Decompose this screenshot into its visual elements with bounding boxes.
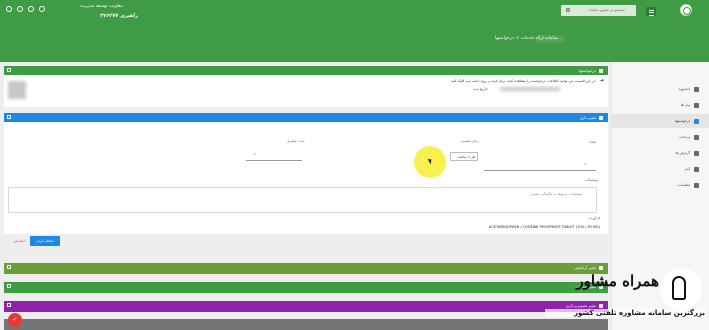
users-icon	[599, 68, 603, 73]
sidebar-item-dashboard[interactable]: داشبورد	[678, 84, 699, 94]
count-label: تعداد	[588, 140, 596, 144]
add-button[interactable]: اضافه کردن	[30, 236, 60, 246]
org-name: معاونت توسعه مدیریت	[80, 4, 123, 9]
info-date: تاریخ ثبت:	[473, 87, 488, 91]
cancel-button[interactable]: انصراف	[10, 236, 28, 246]
panel-requests-header[interactable]: درخواستها	[4, 66, 608, 75]
panel-requests-body: ➜ در این قسمت می توانید اطلاعات درخواست …	[4, 75, 608, 107]
watermark-tagline: بزرگترین سامانه مشاوره تلفنی کشور	[545, 309, 705, 317]
panel-imaging-header[interactable]: تغییر تصویربرداری	[4, 301, 608, 312]
user-icon[interactable]	[17, 6, 23, 12]
duration-stepper[interactable]: ۱	[246, 152, 302, 161]
pill-icon	[599, 115, 603, 120]
description-label: توضیحات	[584, 178, 598, 182]
users-icon	[694, 118, 699, 124]
expand-icon[interactable]	[7, 265, 11, 269]
sidebar-item-messages[interactable]: پیام ها	[681, 100, 699, 110]
redacted-image	[8, 81, 26, 99]
sidebar-item-settings[interactable]: تنظیمات	[678, 180, 699, 190]
sidebar-item-requests[interactable]: درخواستها	[675, 116, 699, 126]
sidebar-item-stats[interactable]: آمار	[684, 164, 699, 174]
notification-icon[interactable]	[28, 6, 34, 12]
logo	[680, 4, 692, 16]
header-tools	[6, 6, 45, 12]
watermark-brand: همراه مشاور	[576, 272, 659, 290]
main-content: درخواستها ➜ در این قسمت می توانید اطلاعا…	[4, 62, 608, 330]
flask-icon	[599, 265, 603, 270]
usage-label: زمان مصرف	[460, 139, 479, 143]
sidebar-item-payment[interactable]: پرداخت	[679, 132, 699, 142]
xray-icon	[599, 303, 603, 308]
expand-icon[interactable]	[7, 303, 11, 307]
expand-icon[interactable]	[7, 284, 11, 288]
basket-icon	[694, 134, 699, 140]
product-value: ACETAMINOPHEN / CODEINE PHOSPHATE TABLET…	[489, 225, 600, 229]
logout-icon[interactable]	[6, 6, 12, 12]
arrow-icon: ➜	[599, 78, 604, 84]
description-textarea[interactable]: توضیحات مربوط به چگونگی مصرف	[8, 187, 597, 213]
report-icon	[694, 150, 699, 156]
top-header: معاونت توسعه مدیریت ۲۷۶۲۷۷ راهبری جستجو …	[0, 0, 709, 62]
headset-icon	[672, 276, 686, 300]
mail-icon	[694, 102, 699, 108]
home-icon	[694, 86, 699, 92]
settings-icon[interactable]	[39, 6, 45, 12]
panel-edit-header[interactable]: تغییر دارو	[4, 113, 608, 122]
chart-icon	[694, 166, 699, 172]
panel-tests-header[interactable]: تغییر آزمایش	[4, 263, 608, 274]
usage-select[interactable]: هر ۸ ساعت	[450, 152, 478, 161]
sidebar-item-reports[interactable]: گزارش ها	[675, 148, 699, 158]
redacted-text	[500, 87, 560, 91]
panel-other-header[interactable]	[4, 319, 608, 330]
duration-label: مدت مصرف	[286, 139, 305, 143]
search-icon[interactable]	[566, 8, 570, 12]
product-label: فرآورده	[588, 216, 600, 220]
settings-icon	[694, 182, 699, 188]
org-code: ۲۷۶۲۷۷ راهبری	[100, 13, 138, 19]
panel-services-header[interactable]: تغییر خدمات	[4, 282, 608, 293]
info-text: در این قسمت می توانید اطلاعات درخواست را…	[450, 79, 596, 83]
search-input[interactable]: جستجو در عناوین سامانه	[561, 5, 636, 16]
count-field[interactable]: ۱	[484, 162, 596, 171]
panel-edit-body: تعداد ۱ زمان مصرف هر ۸ ساعت مدت مصرف ۱ ت…	[4, 122, 608, 234]
page-title: سامانه ارائه خدمات > درخواستها	[495, 36, 558, 41]
collapse-icon[interactable]	[7, 68, 11, 72]
collapse-icon[interactable]	[7, 115, 11, 119]
confirm-fab-button[interactable]: ✓	[8, 313, 22, 327]
menu-toggle-button[interactable]	[646, 7, 656, 16]
